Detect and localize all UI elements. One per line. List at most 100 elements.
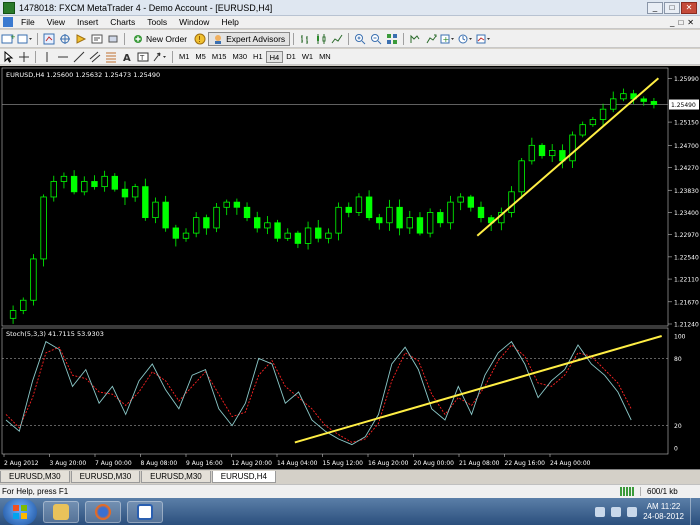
candle-bear bbox=[467, 196, 475, 208]
menu-window[interactable]: Window bbox=[173, 17, 215, 27]
tray-flag-icon[interactable] bbox=[595, 506, 606, 517]
text-label-icon[interactable]: T bbox=[136, 50, 150, 64]
chart-tab-active[interactable]: EURUSD,H4 bbox=[211, 471, 276, 483]
svg-text:T: T bbox=[139, 54, 145, 62]
expert-advisors-button[interactable]: Expert Advisors bbox=[208, 31, 291, 46]
timeframe-h4[interactable]: H4 bbox=[265, 50, 284, 63]
candle-bull bbox=[508, 191, 515, 213]
menu-insert[interactable]: Insert bbox=[71, 17, 104, 27]
timeframe-d1[interactable]: D1 bbox=[283, 51, 299, 63]
candle-bull bbox=[101, 175, 108, 188]
price-tick-label: 1.24270 bbox=[674, 165, 699, 172]
navigator-icon[interactable] bbox=[74, 32, 88, 46]
taskbar-firefox[interactable] bbox=[85, 500, 121, 523]
maximize-button[interactable]: □ bbox=[664, 1, 680, 14]
child-minimize-button[interactable]: _ bbox=[670, 18, 674, 27]
indicators-icon[interactable]: + bbox=[440, 32, 456, 46]
auto-scroll-icon[interactable] bbox=[424, 32, 438, 46]
text-icon[interactable]: A bbox=[120, 50, 134, 64]
zoom-in-icon[interactable] bbox=[353, 32, 367, 46]
windows-taskbar: AM 11:22 24-08-2012 bbox=[0, 498, 700, 525]
stochastic-main-line bbox=[5, 340, 632, 446]
timeframe-m5[interactable]: M5 bbox=[192, 51, 208, 63]
price-trendline bbox=[476, 77, 660, 237]
start-button[interactable] bbox=[3, 498, 37, 525]
candle-bear bbox=[162, 201, 169, 229]
data-window-icon[interactable] bbox=[58, 32, 72, 46]
candle-bull bbox=[406, 217, 413, 229]
candlestick-icon[interactable] bbox=[314, 32, 328, 46]
new-chart-icon[interactable]: + bbox=[1, 32, 15, 46]
zoom-out-icon[interactable] bbox=[369, 32, 383, 46]
candle-bull bbox=[50, 181, 57, 198]
chart-window-icon[interactable] bbox=[3, 17, 13, 27]
candle-bull bbox=[304, 227, 312, 244]
crosshair-icon[interactable] bbox=[17, 50, 31, 64]
stoch-level-label: 100 bbox=[674, 334, 686, 341]
time-tick-label: 8 Aug 08:00 bbox=[141, 460, 178, 467]
time-tick-label: 16 Aug 20:00 bbox=[368, 460, 409, 467]
cursor-icon[interactable] bbox=[1, 50, 15, 64]
candle-bear bbox=[70, 175, 78, 193]
market-watch-icon[interactable] bbox=[42, 32, 56, 46]
menu-file[interactable]: File bbox=[15, 17, 41, 27]
chart-tab[interactable]: EURUSD,M30 bbox=[70, 471, 141, 483]
horizontal-line-icon[interactable] bbox=[56, 50, 70, 64]
timeframe-m1[interactable]: M1 bbox=[176, 51, 192, 63]
trendline-icon[interactable] bbox=[72, 50, 86, 64]
toolbar-separator bbox=[172, 50, 173, 63]
candle-bull bbox=[223, 201, 230, 208]
candle-bull bbox=[40, 196, 47, 260]
line-chart-icon[interactable] bbox=[330, 32, 344, 46]
new-order-button[interactable]: New Order bbox=[128, 32, 192, 46]
chart-tab[interactable]: EURUSD,M30 bbox=[0, 471, 70, 483]
menu-tools[interactable]: Tools bbox=[141, 17, 173, 27]
bar-chart-icon[interactable] bbox=[298, 32, 312, 46]
traffic-indicator: 600/1 kb bbox=[640, 487, 700, 496]
tile-windows-icon[interactable] bbox=[385, 32, 399, 46]
child-close-button[interactable]: ✕ bbox=[687, 18, 694, 27]
taskbar-metatrader[interactable] bbox=[127, 500, 163, 523]
candle-bear bbox=[172, 227, 180, 239]
metaeditor-icon[interactable]: ! bbox=[193, 32, 207, 46]
timeframe-mn[interactable]: MN bbox=[316, 51, 334, 63]
strategy-tester-icon[interactable] bbox=[106, 32, 120, 46]
candle-bull bbox=[152, 201, 159, 219]
chart-window[interactable]: EURUSD,H4 1.25600 1.25632 1.25473 1.2549… bbox=[0, 66, 700, 469]
show-desktop-button[interactable] bbox=[690, 498, 700, 525]
candle-bear bbox=[121, 188, 129, 198]
timeframe-m15[interactable]: M15 bbox=[209, 51, 230, 63]
arrows-icon[interactable] bbox=[152, 50, 168, 64]
metatrader-icon bbox=[3, 1, 15, 14]
minimize-button[interactable]: _ bbox=[647, 1, 663, 14]
menu-help[interactable]: Help bbox=[215, 17, 244, 27]
periods-icon[interactable] bbox=[458, 32, 474, 46]
taskbar-explorer[interactable] bbox=[43, 500, 79, 523]
candle-bull bbox=[9, 310, 17, 319]
price-tick-label: 1.24700 bbox=[674, 143, 699, 150]
price-tick-label: 1.23830 bbox=[674, 188, 699, 195]
tray-volume-icon[interactable] bbox=[627, 506, 638, 517]
terminal-icon[interactable] bbox=[90, 32, 104, 46]
timeframe-m30[interactable]: M30 bbox=[229, 51, 250, 63]
close-button[interactable]: ✕ bbox=[681, 1, 697, 14]
channel-icon[interactable] bbox=[88, 50, 102, 64]
price-chart[interactable]: EURUSD,H4 1.25600 1.25632 1.25473 1.2549… bbox=[0, 66, 700, 469]
system-clock[interactable]: AM 11:22 24-08-2012 bbox=[643, 502, 684, 522]
candle-bull bbox=[599, 108, 607, 120]
chart-shift-icon[interactable] bbox=[408, 32, 422, 46]
menu-view[interactable]: View bbox=[41, 17, 71, 27]
candle-bear bbox=[477, 206, 485, 219]
menu-charts[interactable]: Charts bbox=[104, 17, 141, 27]
candle-bull bbox=[131, 186, 139, 198]
expert-advisors-label: Expert Advisors bbox=[226, 33, 286, 44]
child-restore-button[interactable]: □ bbox=[678, 18, 683, 27]
fibonacci-icon[interactable] bbox=[104, 50, 118, 64]
tray-network-icon[interactable] bbox=[611, 506, 622, 517]
chart-tab[interactable]: EURUSD,M30 bbox=[141, 471, 211, 483]
vertical-line-icon[interactable] bbox=[40, 50, 54, 64]
timeframe-h1[interactable]: H1 bbox=[250, 51, 266, 63]
profiles-icon[interactable] bbox=[17, 32, 33, 46]
timeframe-w1[interactable]: W1 bbox=[299, 51, 316, 63]
templates-icon[interactable] bbox=[476, 32, 492, 46]
